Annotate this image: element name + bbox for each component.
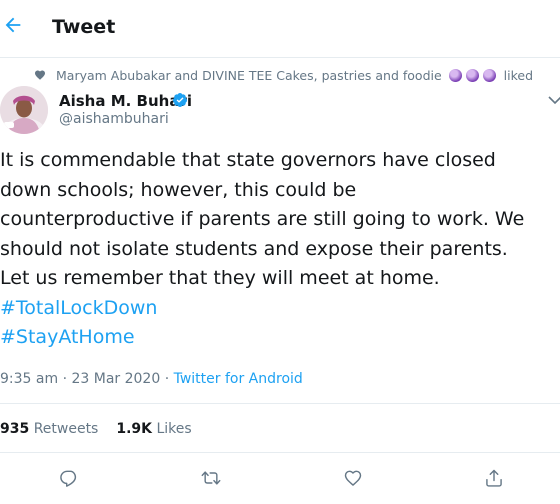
- hashtag-link[interactable]: #StayAtHome: [0, 323, 560, 353]
- tweet-line: counterproductive if parents are still g…: [0, 208, 525, 230]
- like-icon: [341, 468, 365, 488]
- like-button[interactable]: [341, 466, 365, 490]
- retweets-count: 935: [0, 421, 30, 437]
- tweet-stats: 935 Retweets 1.9K Likes: [0, 421, 192, 437]
- top-bar: Tweet: [0, 0, 560, 58]
- avatar[interactable]: [0, 86, 48, 134]
- likes-stat[interactable]: 1.9K Likes: [116, 421, 191, 437]
- divider: [0, 403, 560, 404]
- share-button[interactable]: [482, 466, 506, 490]
- tweet-date[interactable]: 23 Mar 2020: [71, 371, 160, 387]
- crystal-ball-emoji: [448, 68, 462, 82]
- tweet-time[interactable]: 9:35 am: [0, 371, 58, 387]
- retweet-button[interactable]: [199, 466, 223, 490]
- social-context[interactable]: Maryam Abubakar and DIVINE TEE Cakes, pa…: [34, 66, 533, 84]
- hashtag-link[interactable]: #TotalLockDown: [0, 294, 560, 324]
- page-title: Tweet: [52, 16, 116, 38]
- arrow-left-icon: [2, 17, 24, 40]
- author-handle[interactable]: @aishambuhari: [59, 111, 169, 127]
- chevron-down-icon[interactable]: [548, 94, 560, 106]
- reply-icon: [57, 468, 81, 488]
- crystal-ball-emoji: [482, 68, 496, 82]
- retweet-icon: [199, 468, 223, 488]
- tweet-text: It is commendable that state governors h…: [0, 146, 560, 353]
- tweet-source-link[interactable]: Twitter for Android: [174, 371, 303, 387]
- retweets-stat[interactable]: 935 Retweets: [0, 421, 98, 437]
- verified-badge-icon: [172, 92, 188, 108]
- retweets-label: Retweets: [33, 421, 99, 437]
- back-button[interactable]: [2, 14, 28, 40]
- meta-separator: ·: [62, 371, 68, 387]
- likes-count: 1.9K: [116, 421, 153, 437]
- tweet-actions: [0, 466, 560, 492]
- divider: [0, 452, 560, 453]
- crystal-ball-emoji: [465, 68, 479, 82]
- heart-icon: [34, 69, 46, 81]
- tweet-line: down schools; however, this could be: [0, 178, 357, 201]
- tweet-meta: 9:35 am · 23 Mar 2020 · Twitter for Andr…: [0, 371, 303, 387]
- tweet-line: should not isolate students and expose t…: [0, 237, 508, 260]
- social-context-suffix: liked: [503, 67, 534, 83]
- meta-separator: ·: [164, 371, 170, 387]
- social-context-names: Maryam Abubakar and DIVINE TEE Cakes, pa…: [56, 67, 442, 83]
- reply-button[interactable]: [57, 466, 81, 490]
- tweet-line: Let us remember that they will meet at h…: [0, 267, 440, 289]
- share-icon: [482, 468, 506, 488]
- tweet-line: It is commendable that state governors h…: [0, 149, 496, 171]
- likes-label: Likes: [156, 421, 192, 437]
